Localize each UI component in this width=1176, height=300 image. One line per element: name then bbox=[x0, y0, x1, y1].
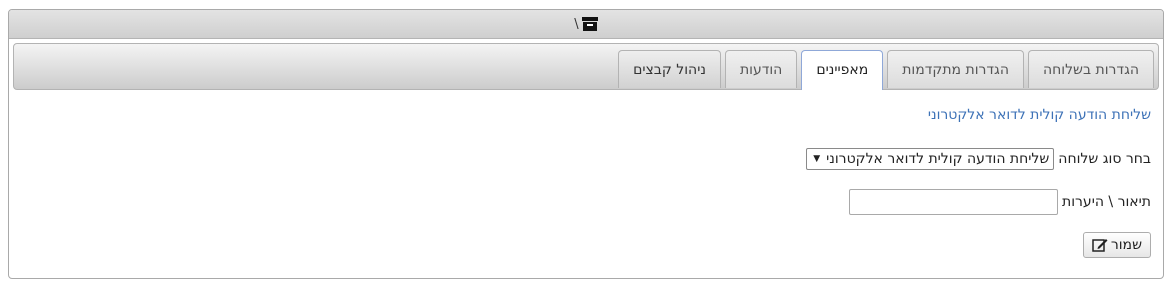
main-panel: \ ניהול קבצים הודעות מאפיינים הגדרות מתק… bbox=[8, 9, 1164, 279]
tab-properties[interactable]: מאפיינים bbox=[801, 50, 884, 90]
triangle-down-icon: ▼ bbox=[813, 154, 821, 164]
description-label: תיאור \ היערות bbox=[1062, 194, 1151, 210]
extension-type-label: בחר סוג שלוחה bbox=[1058, 151, 1151, 167]
save-row: שמור bbox=[1082, 232, 1151, 258]
window-title: \ bbox=[574, 16, 579, 32]
extension-type-select[interactable]: שליחת הודעה קולית לדואר אלקטרוני ▼ bbox=[806, 148, 1055, 170]
edit-icon bbox=[1092, 238, 1108, 252]
section-heading: שליחת הודעה קולית לדואר אלקטרוני bbox=[927, 107, 1151, 123]
archive-icon bbox=[581, 17, 598, 31]
extension-type-value: שליחת הודעה קולית לדואר אלקטרוני bbox=[826, 151, 1050, 167]
title-bar: \ bbox=[9, 10, 1163, 39]
description-input[interactable] bbox=[849, 189, 1059, 215]
save-button[interactable]: שמור bbox=[1082, 232, 1151, 258]
tab-messages[interactable]: הודעות bbox=[724, 50, 798, 88]
tab-extension-settings[interactable]: הגדרות בשלוחה bbox=[1027, 50, 1154, 88]
tabs-bar: ניהול קבצים הודעות מאפיינים הגדרות מתקדמ… bbox=[13, 43, 1159, 90]
tab-advanced-settings[interactable]: הגדרות מתקדמות bbox=[887, 50, 1024, 88]
tab-list: ניהול קבצים הודעות מאפיינים הגדרות מתקדמ… bbox=[614, 50, 1154, 90]
description-row: תיאור \ היערות bbox=[849, 189, 1151, 215]
extension-type-row: בחר סוג שלוחה שליחת הודעה קולית לדואר אל… bbox=[806, 148, 1151, 170]
save-label: שמור bbox=[1110, 237, 1142, 253]
tab-file-management[interactable]: ניהול קבצים bbox=[618, 50, 721, 88]
